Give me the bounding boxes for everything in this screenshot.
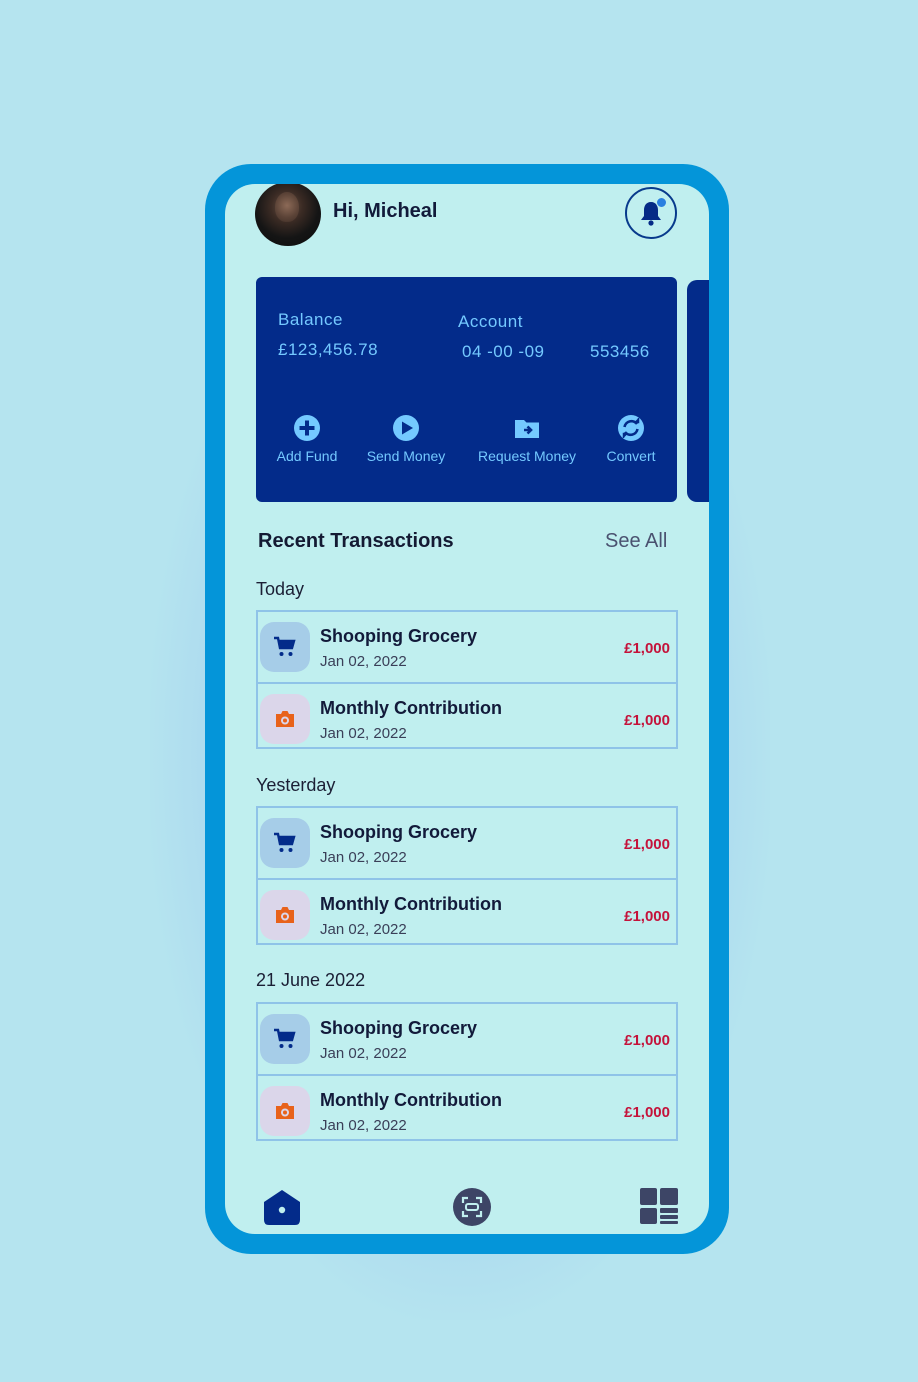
balance-card: Balance £123,456.78 Account 04 -00 -09 5… — [256, 277, 677, 502]
account-label: Account — [458, 312, 523, 331]
recent-transactions-title: Recent Transactions — [258, 530, 454, 552]
transaction-title: Shooping Grocery — [320, 1018, 478, 1038]
convert-label: Convert — [606, 448, 656, 464]
balance-value: £123,456.78 — [278, 340, 379, 359]
transaction-row[interactable]: Shooping Grocery Jan 02, 2022 £1,000 — [258, 1004, 676, 1072]
next-card-peek[interactable] — [687, 280, 709, 502]
app-screen: Hi, Micheal Balance £123,456.78 Account … — [225, 184, 709, 1234]
transaction-amount: £1,000 — [624, 1032, 670, 1049]
transaction-title: Shooping Grocery — [320, 626, 478, 646]
cart-icon — [260, 818, 310, 868]
add-fund-button[interactable]: Add Fund — [270, 414, 344, 464]
send-money-button[interactable]: Send Money — [357, 414, 455, 464]
notification-dot — [656, 197, 667, 208]
add-fund-label: Add Fund — [276, 448, 338, 464]
transaction-amount: £1,000 — [624, 640, 670, 657]
send-icon — [393, 415, 419, 441]
group-label-date: 21 June 2022 — [256, 970, 366, 990]
camera-icon — [260, 694, 310, 744]
request-money-button[interactable]: Request Money — [466, 414, 588, 464]
group-label-yesterday: Yesterday — [256, 775, 336, 795]
group-label-today: Today — [256, 579, 305, 599]
transaction-amount: £1,000 — [624, 908, 670, 925]
cart-icon — [260, 622, 310, 672]
transaction-title: Monthly Contribution — [320, 698, 502, 718]
dashboard-icon — [640, 1188, 678, 1224]
cart-icon — [260, 1014, 310, 1064]
home-icon — [264, 1190, 300, 1225]
transaction-date: Jan 02, 2022 — [320, 1045, 407, 1062]
greeting-text: Hi, Micheal — [333, 200, 438, 222]
transaction-row[interactable]: Monthly Contribution Jan 02, 2022 £1,000 — [258, 878, 676, 946]
transaction-amount: £1,000 — [624, 836, 670, 853]
card-actions: Add Fund Send Money Request Money Conver… — [256, 414, 677, 474]
folder-icon — [515, 420, 539, 438]
transaction-group: Shooping Grocery Jan 02, 2022 £1,000 Mon… — [256, 610, 678, 749]
sort-code: 04 -00 -09 — [462, 342, 545, 361]
nav-scan-button[interactable] — [452, 1187, 492, 1227]
transaction-row[interactable]: Monthly Contribution Jan 02, 2022 £1,000 — [258, 1074, 676, 1142]
transaction-date: Jan 02, 2022 — [320, 921, 407, 938]
transaction-row[interactable]: Monthly Contribution Jan 02, 2022 £1,000 — [258, 682, 676, 750]
send-money-label: Send Money — [366, 448, 446, 464]
transaction-group: Shooping Grocery Jan 02, 2022 £1,000 Mon… — [256, 806, 678, 945]
transaction-title: Monthly Contribution — [320, 1090, 502, 1110]
plus-circle-icon — [294, 415, 320, 441]
transaction-date: Jan 02, 2022 — [320, 653, 407, 670]
transaction-date: Jan 02, 2022 — [320, 725, 407, 742]
transaction-title: Shooping Grocery — [320, 822, 478, 842]
transaction-amount: £1,000 — [624, 712, 670, 729]
transaction-row[interactable]: Shooping Grocery Jan 02, 2022 £1,000 — [258, 808, 676, 876]
transaction-group: Shooping Grocery Jan 02, 2022 £1,000 Mon… — [256, 1002, 678, 1141]
camera-icon — [260, 890, 310, 940]
transaction-date: Jan 02, 2022 — [320, 1117, 407, 1134]
transaction-title: Monthly Contribution — [320, 894, 502, 914]
transaction-date: Jan 02, 2022 — [320, 849, 407, 866]
transaction-row[interactable]: Shooping Grocery Jan 02, 2022 £1,000 — [258, 612, 676, 680]
see-all-link[interactable]: See All — [605, 530, 667, 553]
nav-home-button[interactable] — [262, 1188, 302, 1226]
balance-label: Balance — [278, 310, 343, 329]
request-money-label: Request Money — [477, 448, 577, 464]
scan-icon — [453, 1188, 491, 1226]
avatar[interactable] — [255, 184, 321, 246]
camera-icon — [260, 1086, 310, 1136]
convert-icon — [618, 415, 644, 441]
account-number: 553456 — [590, 342, 650, 361]
notification-button[interactable] — [625, 187, 677, 239]
nav-dashboard-button[interactable] — [639, 1187, 679, 1225]
transaction-amount: £1,000 — [624, 1104, 670, 1121]
phone-frame: Hi, Micheal Balance £123,456.78 Account … — [205, 164, 729, 1254]
convert-button[interactable]: Convert — [598, 414, 664, 464]
